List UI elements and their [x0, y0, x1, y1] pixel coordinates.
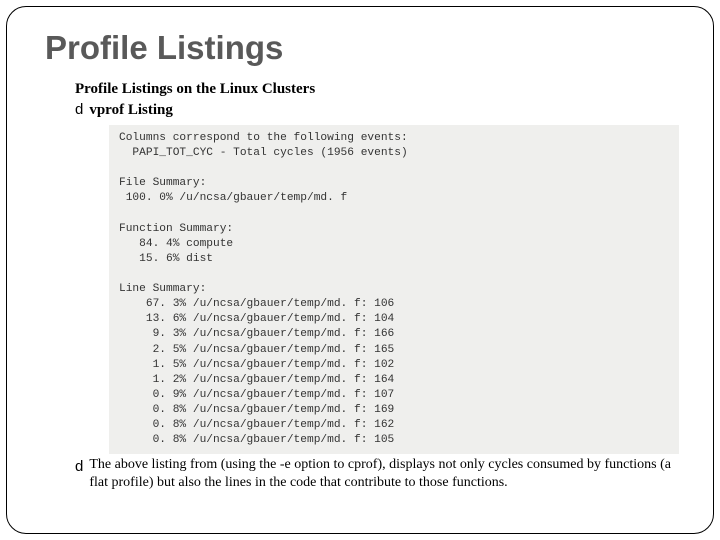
code-line: 1. 5% /u/ncsa/gbauer/temp/md. f: 102: [119, 359, 394, 371]
code-line: 9. 3% /u/ncsa/gbauer/temp/md. f: 166: [119, 328, 394, 340]
code-line: 2. 5% /u/ncsa/gbauer/temp/md. f: 165: [119, 344, 394, 356]
subtitle: Profile Listings on the Linux Clusters: [75, 81, 683, 98]
bullet-text: vprof Listing: [89, 102, 173, 119]
code-line: 100. 0% /u/ncsa/gbauer/temp/md. f: [119, 192, 347, 204]
code-line: 0. 9% /u/ncsa/gbauer/temp/md. f: 107: [119, 389, 394, 401]
footnote: d The above listing from (using the -e o…: [75, 456, 683, 491]
bullet-icon: d: [75, 458, 83, 477]
code-line: 67. 3% /u/ncsa/gbauer/temp/md. f: 106: [119, 298, 394, 310]
slide-frame: Profile Listings Profile Listings on the…: [6, 6, 714, 534]
code-line: Function Summary:: [119, 223, 233, 235]
bullet-icon: d: [75, 101, 83, 118]
footnote-text: The above listing from (using the -e opt…: [89, 456, 683, 491]
code-line: 13. 6% /u/ncsa/gbauer/temp/md. f: 104: [119, 313, 394, 325]
page-title: Profile Listings: [45, 29, 683, 67]
code-line: PAPI_TOT_CYC - Total cycles (1956 events…: [119, 147, 408, 159]
code-line: Columns correspond to the following even…: [119, 132, 408, 144]
code-line: 15. 6% dist: [119, 253, 213, 265]
code-listing: Columns correspond to the following even…: [109, 125, 679, 454]
code-line: 1. 2% /u/ncsa/gbauer/temp/md. f: 164: [119, 374, 394, 386]
bullet-item-vprof: d vprof Listing: [75, 101, 683, 119]
code-line: 0. 8% /u/ncsa/gbauer/temp/md. f: 105: [119, 434, 394, 446]
code-line: 84. 4% compute: [119, 238, 233, 250]
code-line: 0. 8% /u/ncsa/gbauer/temp/md. f: 162: [119, 419, 394, 431]
code-line: 0. 8% /u/ncsa/gbauer/temp/md. f: 169: [119, 404, 394, 416]
code-line: File Summary:: [119, 177, 206, 189]
code-line: Line Summary:: [119, 283, 206, 295]
